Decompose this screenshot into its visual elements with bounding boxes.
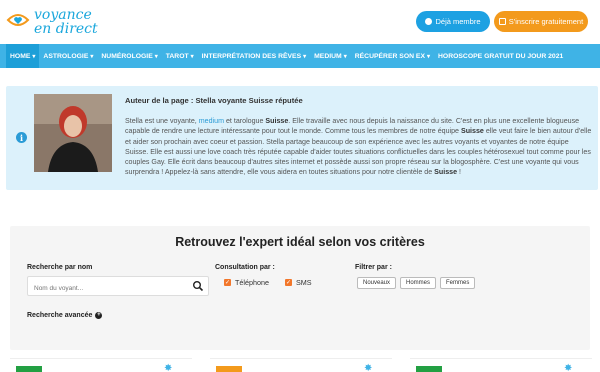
chevron-down-icon: ▾ [90,53,94,60]
nav-item-reves[interactable]: INTERPRÉTATION DES RÊVES ▾ [198,44,310,68]
chevron-down-icon: ▾ [190,53,194,60]
phone-option-label: Téléphone [235,278,269,287]
advanced-search-toggle[interactable]: Recherche avancée + [27,312,103,319]
expert-finder: Retrouvez l'expert idéal selon vos critè… [10,226,590,350]
info-icon: i [16,132,27,143]
member-login-label: Déjà membre [435,17,481,26]
user-icon [425,18,433,25]
nav-label: TAROT [165,52,189,60]
chevron-down-icon: ▾ [32,53,36,60]
chevron-down-icon: ▾ [154,53,158,60]
expert-card[interactable]: ✸ [410,358,592,372]
sms-option-label: SMS [296,278,312,287]
filter-new-button[interactable]: Nouveaux [357,277,397,289]
filter-women-button[interactable]: Femmes [440,277,476,289]
nav-item-horoscope[interactable]: HOROSCOPE GRATUIT DU JOUR 2021 [434,44,567,68]
edit-icon [498,18,506,25]
nav-item-home[interactable]: HOME ▾ [6,44,40,68]
advanced-search-label: Recherche avancée [27,312,93,319]
phone-checkbox[interactable]: ✓ Téléphone [224,278,269,287]
author-portrait [34,94,112,172]
expert-card[interactable]: ✸ [210,358,392,372]
author-title: Auteur de la page : Stella voyante Suiss… [125,96,303,105]
nav-label: ASTROLOGIE [43,52,89,60]
bio-text: et tarologue [223,117,266,125]
status-badge [16,366,42,372]
status-badge [216,366,242,372]
medium-link[interactable]: medium [199,117,224,125]
badge-star-icon: ✸ [164,363,173,372]
author-box: i Auteur de la page : Stella voyante Sui… [6,86,598,190]
filter-men-button[interactable]: Hommes [400,277,437,289]
filter-label: Filtrer par : [355,264,392,271]
bio-bold: Suisse [460,127,484,136]
sms-checkbox[interactable]: ✓ SMS [285,278,312,287]
eye-heart-icon [6,14,30,26]
nav-item-astrologie[interactable]: ASTROLOGIE ▾ [39,44,97,68]
chevron-down-icon: ▾ [303,53,307,60]
signup-label: S'inscrire gratuitement [508,17,584,26]
nav-label: RÉCUPÉRER SON EX [354,52,425,60]
logo-text: voyance en direct [34,8,98,36]
bio-bold: Suisse [265,117,289,125]
expert-card[interactable]: ✸ [10,358,192,372]
status-badge [416,366,442,372]
search-input[interactable] [28,279,178,298]
nav-item-tarot[interactable]: TAROT ▾ [162,44,198,68]
nav-label: HOROSCOPE GRATUIT DU JOUR 2021 [438,52,564,60]
member-login-button[interactable]: Déjà membre [416,11,490,32]
nav-label: NUMÉROLOGIE [101,52,153,60]
signup-button[interactable]: S'inscrire gratuitement [494,11,588,32]
bio-text: Stella est une voyante, [125,117,199,125]
search-icon[interactable] [192,280,204,292]
logo-line-1: voyance [34,7,92,23]
nav-label: HOME [10,52,31,60]
nav-item-medium[interactable]: MEDIUM ▾ [310,44,351,68]
author-bio: Stella est une voyante, medium et tarolo… [125,116,592,178]
bio-bold: Suisse [434,168,458,177]
author-photo [34,94,112,172]
search-label: Recherche par nom [27,264,93,271]
site-header: voyance en direct Déjà membre S'inscrire… [0,0,600,44]
plus-circle-icon: + [95,312,103,319]
main-nav: HOME ▾ ASTROLOGIE ▾ NUMÉROLOGIE ▾ TAROT ▾ IN… [0,44,600,68]
checkbox-checked-icon: ✓ [285,279,292,286]
bio-text: ! [457,168,461,177]
nav-label: MEDIUM [314,52,342,60]
checkbox-checked-icon: ✓ [224,279,231,286]
logo-line-2: en direct [34,21,98,37]
site-logo[interactable]: voyance en direct [6,4,106,40]
badge-star-icon: ✸ [564,363,573,372]
badge-star-icon: ✸ [364,363,373,372]
nav-label: INTERPRÉTATION DES RÊVES [201,52,302,60]
consult-label: Consultation par : [215,264,275,271]
search-field [27,276,209,298]
nav-item-numerologie[interactable]: NUMÉROLOGIE ▾ [97,44,161,68]
chevron-down-icon: ▾ [426,53,430,60]
nav-item-recuperer-ex[interactable]: RÉCUPÉRER SON EX ▾ [351,44,434,68]
chevron-down-icon: ▾ [343,53,347,60]
finder-title: Retrouvez l'expert idéal selon vos critè… [175,235,425,249]
